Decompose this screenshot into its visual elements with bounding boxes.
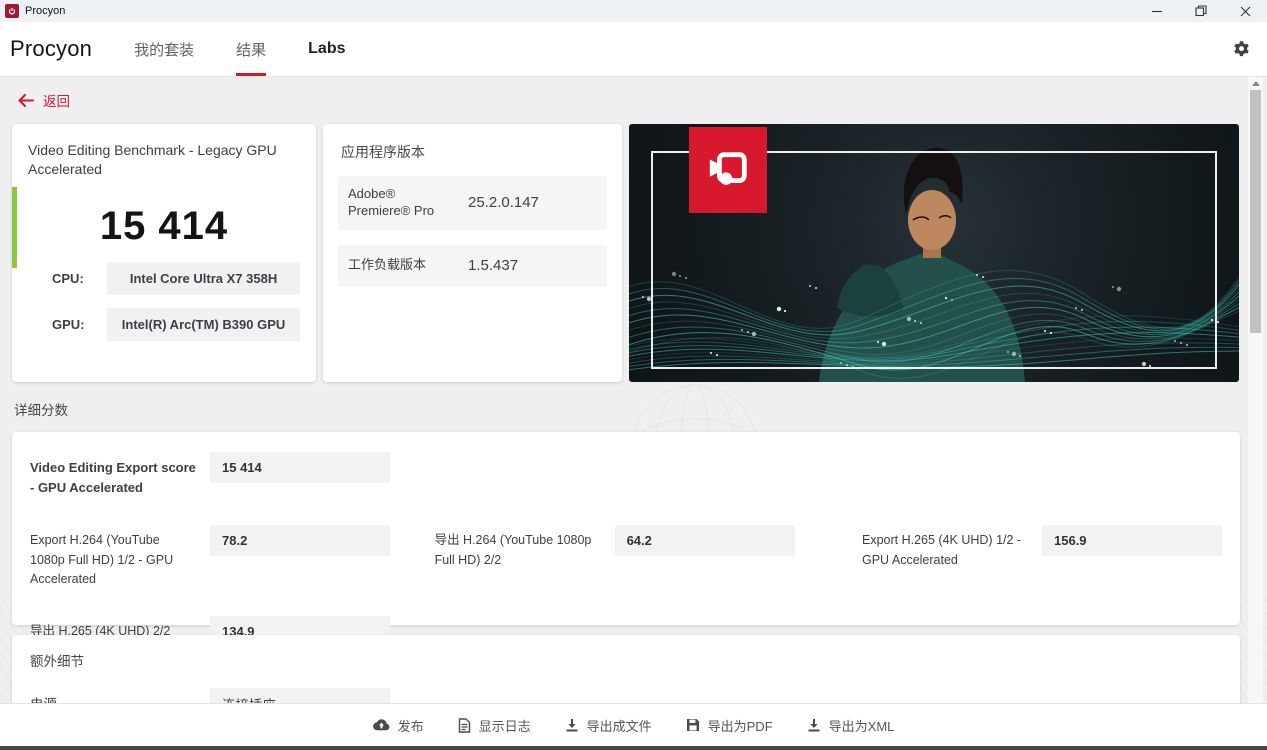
score-row-h265-1: Export H.265 (4K UHD) 1/2 - GPU Accelera… [862, 525, 1222, 589]
cloud-upload-icon [372, 719, 389, 731]
score-value: 78.2 [210, 525, 390, 557]
tab-labs[interactable]: Labs [308, 22, 345, 76]
premiere-version: 25.2.0.147 [468, 194, 539, 212]
window-title: Procyon [25, 5, 66, 17]
score-value: 156.9 [1042, 525, 1222, 557]
benchmark-hero-image [629, 124, 1239, 382]
extra-details-section-title: 额外细节 [30, 654, 84, 669]
procyon-logo-icon [5, 4, 19, 18]
premiere-version-row: Adobe® Premiere® Pro 25.2.0.147 [338, 176, 607, 230]
detailed-scores-card: Video Editing Export score - GPU Acceler… [12, 432, 1240, 648]
gpu-row: GPU: Intel(R) Arc(TM) B390 GPU [28, 307, 300, 341]
export-toolbar: 发布 显示日志 导出成文件 导出为PDF 导出为XML [0, 703, 1267, 746]
gpu-value: Intel(R) Arc(TM) B390 GPU [107, 307, 300, 341]
export-file-button[interactable]: 导出成文件 [565, 716, 652, 735]
score-label: Video Editing Export score - GPU Acceler… [30, 460, 196, 496]
back-button[interactable]: 返回 [18, 90, 70, 110]
score-value: 64.2 [614, 525, 795, 557]
procyon-app-window: Procyon Procyon 我的套装 结果 Labs 返回 Video Ed… [0, 0, 1267, 750]
export-xml-button[interactable]: 导出为XML [807, 716, 894, 735]
show-log-button[interactable]: 显示日志 [458, 716, 531, 735]
active-tab-underline [236, 73, 267, 76]
settings-gear-icon[interactable] [1232, 40, 1251, 59]
benchmark-title: Video Editing Benchmark - Legacy GPU Acc… [28, 142, 277, 177]
cpu-row: CPU: Intel Core Ultra X7 358H [28, 261, 300, 295]
cpu-value: Intel Core Ultra X7 358H [107, 261, 300, 295]
premiere-label: Adobe® Premiere® Pro [348, 186, 435, 218]
minimize-button[interactable] [1135, 0, 1179, 22]
score-label: Export H.265 (4K UHD) 1/2 - GPU Accelera… [862, 533, 1022, 567]
score-value: 15 414 [210, 452, 390, 483]
window-bottom-edge [0, 746, 1267, 750]
score-row-h264-2: 导出 H.264 (YouTube 1080p Full HD) 2/2 64.… [435, 525, 862, 589]
cpu-label: CPU: [52, 270, 84, 286]
score-row-h264-1: Export H.264 (YouTube 1080p Full HD) 1/2… [30, 525, 435, 589]
results-page: 返回 Video Editing Benchmark - Legacy GPU … [0, 77, 1267, 750]
document-icon [458, 717, 470, 733]
arrow-left-icon [18, 93, 34, 107]
scrollbar-thumb[interactable] [1250, 90, 1261, 333]
save-icon [686, 719, 699, 731]
video-camera-icon [689, 127, 767, 213]
back-label: 返回 [43, 94, 70, 109]
workload-version-row: 工作负载版本 1.5.437 [338, 244, 607, 287]
tab-results[interactable]: 结果 [236, 22, 267, 76]
benchmark-summary-card: Video Editing Benchmark - Legacy GPU Acc… [12, 124, 316, 382]
tab-my-suites[interactable]: 我的套装 [134, 22, 194, 76]
title-bar: Procyon [0, 0, 1267, 22]
score-row-main: Video Editing Export score - GPU Acceler… [30, 452, 437, 498]
score-label: Export H.264 (YouTube 1080p Full HD) 1/2… [30, 533, 174, 587]
workload-version: 1.5.437 [468, 257, 519, 275]
download-icon [808, 719, 820, 732]
scroll-up-arrow[interactable] [1248, 77, 1263, 90]
score-accent-bar [12, 187, 17, 268]
overall-score: 15 414 [99, 203, 229, 248]
export-pdf-button[interactable]: 导出为PDF [686, 716, 773, 735]
close-button[interactable] [1223, 0, 1267, 22]
workload-label: 工作负载版本 [348, 257, 427, 273]
score-label: 导出 H.264 (YouTube 1080p Full HD) 2/2 [434, 533, 592, 567]
vertical-scrollbar[interactable] [1248, 77, 1263, 703]
restore-button[interactable] [1179, 0, 1223, 22]
detailed-scores-section-title: 详细分数 [14, 403, 68, 418]
app-versions-card: 应用程序版本 Adobe® Premiere® Pro 25.2.0.147 工… [323, 124, 622, 382]
download-icon [566, 719, 578, 732]
publish-button[interactable]: 发布 [372, 716, 424, 735]
versions-card-title: 应用程序版本 [341, 144, 425, 160]
brand-logo: Procyon [10, 36, 93, 61]
gpu-label: GPU: [52, 316, 85, 332]
main-nav: Procyon 我的套装 结果 Labs [0, 22, 1267, 77]
